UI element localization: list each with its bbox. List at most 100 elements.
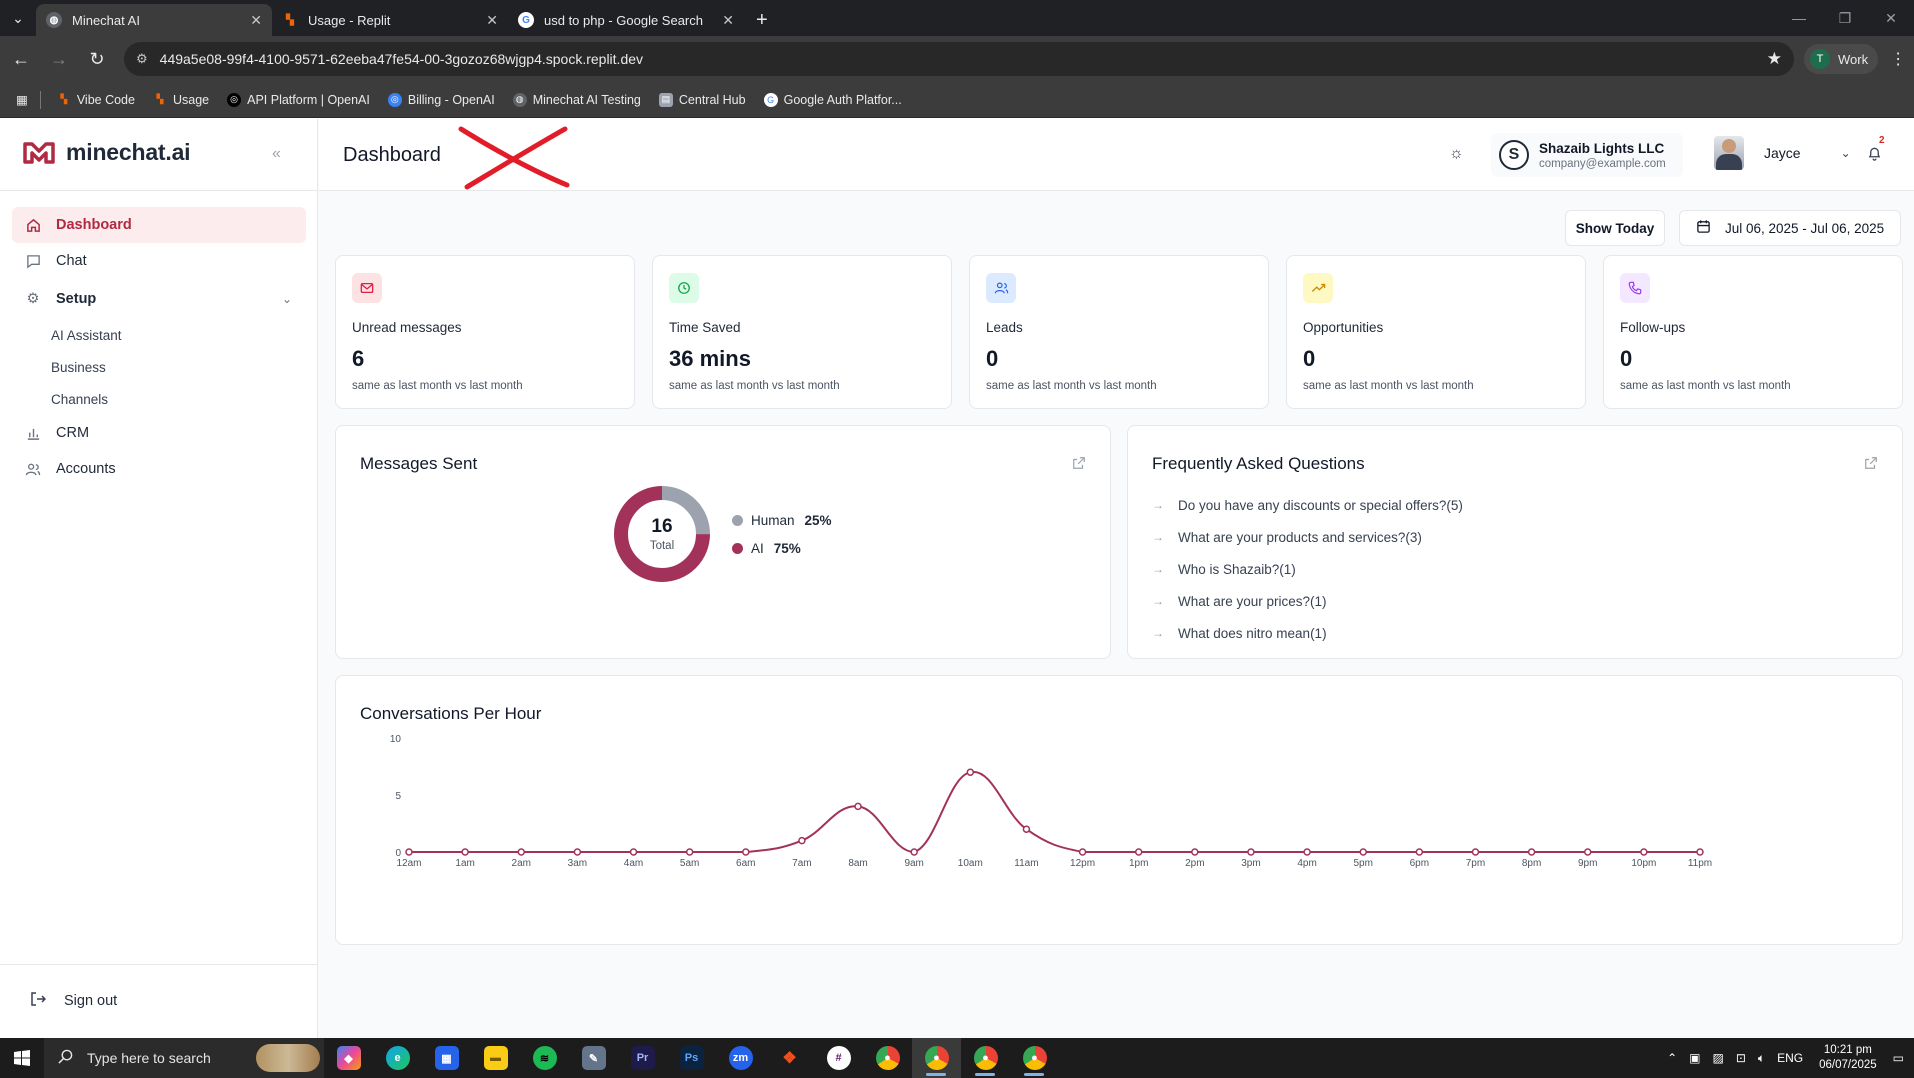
x-tick-label: 3pm: [1241, 858, 1260, 869]
close-tab-icon[interactable]: ✕: [486, 12, 498, 29]
external-link-icon[interactable]: [1864, 456, 1878, 475]
tab-search-button[interactable]: ⌄: [0, 0, 36, 36]
bookmark-item[interactable]: ▚ Usage: [153, 93, 210, 107]
x-tick-label: 8pm: [1522, 858, 1541, 869]
sidebar-item-chat[interactable]: Chat: [12, 243, 306, 279]
sidebar-item-dashboard[interactable]: Dashboard: [12, 207, 306, 243]
stat-value: 0: [1620, 346, 1633, 371]
brand-logo[interactable]: minechat.ai: [22, 139, 191, 166]
faq-item[interactable]: → Do you have any discounts or special of…: [1152, 489, 1463, 521]
sign-out-icon: [30, 991, 47, 1011]
network-icon[interactable]: ⊡: [1736, 1051, 1746, 1065]
forward-icon[interactable]: →: [42, 42, 76, 76]
stat-label: Leads: [986, 320, 1023, 335]
taskbar-app-tool[interactable]: ✎: [569, 1038, 618, 1078]
taskbar-app-photoshop[interactable]: Ps: [667, 1038, 716, 1078]
system-tray: ⌃ ▣ ▨ ⊡ 🔈︎ ENG 10:21 pm 06/07/2025 ▭: [1661, 1038, 1914, 1078]
faq-item[interactable]: → What are your products and services?(3): [1152, 521, 1463, 553]
clock[interactable]: 10:21 pm 06/07/2025: [1819, 1043, 1877, 1073]
taskbar-app-chrome[interactable]: ●: [863, 1038, 912, 1078]
line-chart: 051012am 1am 2am 3am 4am 5am 6am 7am 8am 9am 10am 1…: [390, 734, 1712, 869]
chrome-icon: ●: [1022, 1046, 1047, 1070]
sidebar-subitem-channels[interactable]: Channels: [12, 383, 306, 415]
sidebar-item-crm[interactable]: CRM: [12, 415, 306, 451]
store-icon: ▦: [434, 1046, 459, 1070]
browser-tab-minechat[interactable]: ◍ Minechat AI ✕: [36, 4, 272, 36]
stat-card-unread: Unread messages 6 same as last month vs …: [335, 255, 635, 409]
url-input[interactable]: ⚙ 449a5e08-99f4-4100-9571-62eeba47fe54-0…: [124, 42, 1794, 76]
faq-item[interactable]: → Who is Shazaib?(1): [1152, 553, 1463, 585]
browser-tab-replit[interactable]: ▚ Usage - Replit ✕: [272, 4, 508, 36]
taskbar-app-chrome-work[interactable]: ●: [961, 1038, 1010, 1078]
faq-item[interactable]: → What are your prices?(1): [1152, 585, 1463, 617]
new-tab-button[interactable]: +: [744, 4, 780, 36]
apps-icon[interactable]: ▦: [16, 92, 28, 107]
close-window-icon[interactable]: ✕: [1868, 0, 1914, 36]
taskbar-app-figma[interactable]: ❖: [765, 1038, 814, 1078]
sidebar-item-accounts[interactable]: Accounts: [12, 451, 306, 487]
arrow-right-icon: →: [1152, 626, 1164, 640]
taskbar-app-chrome-3[interactable]: ●: [1010, 1038, 1059, 1078]
taskbar-app-spotify[interactable]: ≋: [520, 1038, 569, 1078]
taskbar-app-edge[interactable]: e: [373, 1038, 422, 1078]
tray-app-icon[interactable]: ▣: [1689, 1051, 1700, 1065]
y-tick-label: 10: [390, 734, 402, 745]
company-switcher[interactable]: S Shazaib Lights LLC company@example.com: [1491, 133, 1683, 177]
close-tab-icon[interactable]: ✕: [250, 12, 262, 29]
phone-icon: [1620, 273, 1650, 303]
faq-item[interactable]: → What does nitro mean(1): [1152, 617, 1463, 649]
taskbar-app-explorer[interactable]: ▬: [471, 1038, 520, 1078]
notifications-center-icon[interactable]: ▭: [1893, 1051, 1904, 1065]
chevron-up-icon[interactable]: ⌃: [1667, 1051, 1677, 1065]
external-link-icon[interactable]: [1072, 456, 1086, 475]
x-tick-label: 9am: [904, 858, 923, 869]
bookmark-item[interactable]: ▤ Central Hub: [658, 92, 746, 107]
bookmark-item[interactable]: ◍ Minechat AI Testing: [512, 92, 641, 107]
stat-label: Time Saved: [669, 320, 741, 335]
theme-toggle-icon[interactable]: ☼: [1449, 145, 1464, 163]
taskbar-app-copilot[interactable]: ◆: [324, 1038, 373, 1078]
taskbar-search[interactable]: Type here to search: [44, 1038, 324, 1078]
x-tick-label: 7pm: [1466, 858, 1485, 869]
reload-icon[interactable]: ↻: [80, 42, 114, 76]
spotify-icon: ≋: [532, 1046, 557, 1070]
sidebar-subitem-business[interactable]: Business: [12, 351, 306, 383]
company-logo: S: [1499, 140, 1529, 170]
page-title: Dashboard: [343, 144, 441, 166]
taskbar-app-premiere[interactable]: Pr: [618, 1038, 667, 1078]
profile-button[interactable]: T Work: [1804, 44, 1879, 74]
close-tab-icon[interactable]: ✕: [722, 12, 734, 29]
sidebar-subitem-ai-assistant[interactable]: AI Assistant: [12, 319, 306, 351]
home-icon: [24, 218, 42, 233]
bookmark-item[interactable]: ◎ Billing - OpenAI: [387, 92, 495, 107]
user-menu[interactable]: Jayce ⌄: [1714, 136, 1851, 170]
site-info-icon[interactable]: ⚙: [136, 51, 148, 67]
bookmark-star-icon[interactable]: ★: [1767, 49, 1782, 69]
bookmark-item[interactable]: ▚ Vibe Code: [57, 93, 135, 107]
data-point: [1247, 848, 1255, 856]
taskbar-app-zoom[interactable]: zm: [716, 1038, 765, 1078]
taskbar-app-slack[interactable]: #: [814, 1038, 863, 1078]
browser-menu-icon[interactable]: ⋮: [1890, 49, 1906, 69]
restore-icon[interactable]: ❐: [1822, 0, 1868, 36]
sidebar-item-setup[interactable]: ⚙ Setup ⌄: [12, 279, 306, 319]
collapse-sidebar-icon[interactable]: «: [272, 145, 281, 163]
minimize-icon[interactable]: —: [1776, 0, 1822, 36]
x-tick-label: 6pm: [1410, 858, 1429, 869]
calendar-icon: [1696, 219, 1711, 237]
browser-tab-google[interactable]: G usd to php - Google Search ✕: [508, 4, 744, 36]
volume-icon[interactable]: 🔈︎: [1758, 1051, 1765, 1066]
back-icon[interactable]: ←: [4, 42, 38, 76]
show-today-button[interactable]: Show Today: [1565, 210, 1665, 246]
date-range-picker[interactable]: Jul 06, 2025 - Jul 06, 2025: [1679, 210, 1901, 246]
bookmark-item[interactable]: G Google Auth Platfor...: [763, 92, 902, 107]
stat-note: same as last month vs last month: [986, 380, 1157, 392]
sign-out-button[interactable]: Sign out: [30, 991, 117, 1011]
language-indicator[interactable]: ENG: [1777, 1051, 1803, 1065]
taskbar-app-store[interactable]: ▦: [422, 1038, 471, 1078]
windows-start-button[interactable]: [0, 1038, 44, 1078]
notifications-button[interactable]: 2: [1867, 135, 1885, 166]
taskbar-app-chrome-profile[interactable]: ●: [912, 1038, 961, 1078]
bookmark-item[interactable]: ◎ API Platform | OpenAI: [227, 92, 370, 107]
tray-app-icon[interactable]: ▨: [1712, 1051, 1723, 1065]
